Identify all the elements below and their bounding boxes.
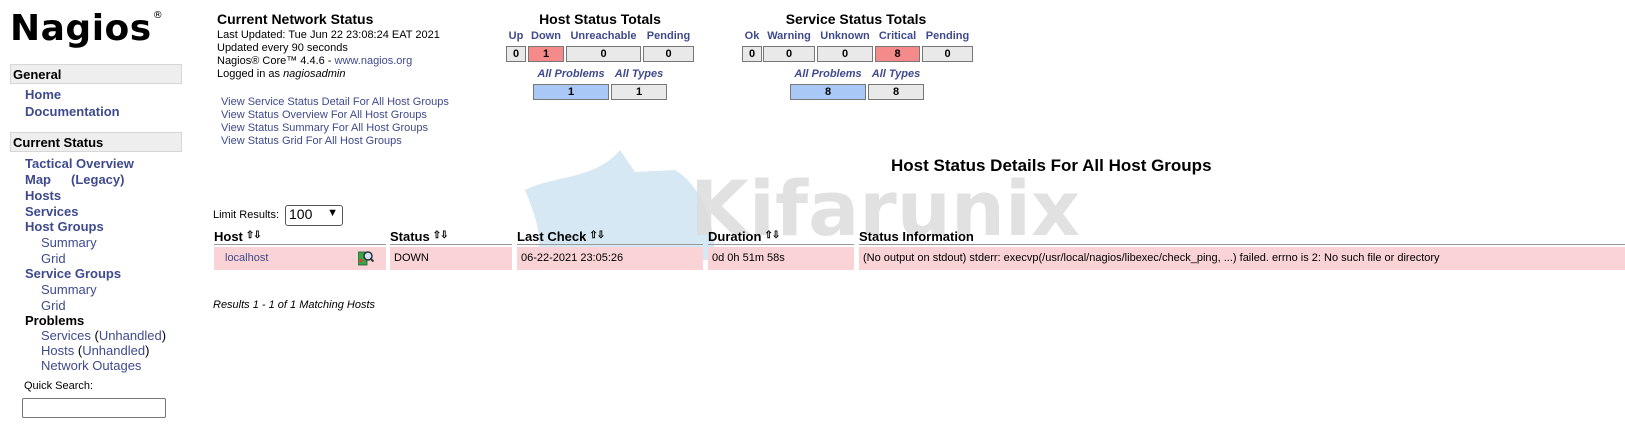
nav-network-outages[interactable]: Network Outages bbox=[41, 358, 141, 373]
nagios-logo[interactable]: Nagios® bbox=[10, 8, 163, 49]
service-header-warning[interactable]: Warning bbox=[763, 30, 815, 42]
nav-problems-hosts-unhandled[interactable]: Unhandled bbox=[82, 343, 145, 358]
sort-arrows-icon[interactable]: ⇧⇩ bbox=[764, 230, 780, 241]
chevron-down-icon: ▼ bbox=[327, 207, 338, 219]
column-header-status-information: Status Information bbox=[859, 229, 1625, 245]
sort-arrows-icon[interactable]: ⇧⇩ bbox=[589, 230, 605, 241]
column-header-last-check-label: Last Check bbox=[517, 229, 587, 244]
view-status-grid-link[interactable]: View Status Grid For All Host Groups bbox=[221, 135, 402, 147]
column-header-host-label: Host bbox=[214, 229, 243, 244]
limit-results-select[interactable]: 100 ▼ bbox=[285, 205, 343, 226]
nav-map[interactable]: Map bbox=[25, 172, 51, 187]
service-header-all-types[interactable]: All Types bbox=[868, 68, 924, 80]
host-header-up[interactable]: Up bbox=[506, 30, 526, 42]
view-status-summary-link[interactable]: View Status Summary For All Host Groups bbox=[221, 122, 428, 134]
host-header-all-types[interactable]: All Types bbox=[611, 68, 667, 80]
sort-arrows-icon[interactable]: ⇧⇩ bbox=[246, 230, 262, 241]
table-row-duration-cell: 0d 0h 51m 58s bbox=[708, 247, 854, 270]
column-header-status-label: Status bbox=[390, 229, 430, 244]
host-name-link[interactable]: localhost bbox=[225, 252, 268, 264]
nav-service-groups[interactable]: Service Groups bbox=[25, 266, 121, 281]
nav-service-groups-grid[interactable]: Grid bbox=[41, 298, 66, 313]
host-header-all-problems[interactable]: All Problems bbox=[533, 68, 609, 80]
host-header-pending[interactable]: Pending bbox=[643, 30, 694, 42]
nav-problems-hosts-link[interactable]: Hosts bbox=[41, 343, 74, 358]
view-service-status-detail-link[interactable]: View Service Status Detail For All Host … bbox=[221, 96, 449, 108]
service-header-unknown[interactable]: Unknown bbox=[817, 30, 873, 42]
nagios-org-link[interactable]: www.nagios.org bbox=[335, 55, 413, 67]
column-header-duration: Duration ⇧⇩ bbox=[708, 229, 854, 245]
column-header-last-check: Last Check ⇧⇩ bbox=[517, 229, 703, 245]
nav-tactical-overview[interactable]: Tactical Overview bbox=[25, 156, 134, 171]
host-count-up[interactable]: 0 bbox=[506, 46, 526, 62]
service-header-critical[interactable]: Critical bbox=[875, 30, 920, 42]
column-header-duration-label: Duration bbox=[708, 229, 762, 244]
nav-host-groups-summary[interactable]: Summary bbox=[41, 235, 97, 250]
host-count-down[interactable]: 1 bbox=[528, 46, 564, 62]
section-general: General bbox=[10, 64, 182, 84]
host-count-all-types[interactable]: 1 bbox=[611, 84, 667, 100]
service-count-all-types[interactable]: 8 bbox=[868, 84, 924, 100]
core-version-text: Nagios® Core™ 4.4.6 - bbox=[217, 55, 335, 67]
service-count-pending[interactable]: 0 bbox=[922, 46, 973, 62]
host-header-unreachable[interactable]: Unreachable bbox=[566, 30, 641, 42]
service-status-totals-title: Service Status Totals bbox=[785, 11, 927, 27]
core-version: Nagios® Core™ 4.4.6 - www.nagios.org bbox=[217, 55, 412, 68]
host-status-details-title: Host Status Details For All Host Groups bbox=[891, 156, 1212, 175]
nav-problems-services-unhandled[interactable]: Unhandled bbox=[99, 328, 162, 343]
nav-map-legacy[interactable]: (Legacy) bbox=[71, 172, 124, 187]
logged-in-as: Logged in as nagiosadmin bbox=[217, 68, 345, 81]
service-count-all-problems[interactable]: 8 bbox=[790, 84, 866, 100]
host-count-all-problems[interactable]: 1 bbox=[533, 84, 609, 100]
logged-in-prefix: Logged in as bbox=[217, 68, 284, 80]
update-interval: Updated every 90 seconds bbox=[217, 42, 348, 54]
host-status-totals-title: Host Status Totals bbox=[539, 11, 661, 27]
section-current-status: Current Status bbox=[10, 132, 182, 152]
nav-problems-services-link[interactable]: Services bbox=[41, 328, 91, 343]
nav-hosts[interactable]: Hosts bbox=[25, 188, 61, 203]
table-row-status-information-cell: (No output on stdout) stderr: execvp(/us… bbox=[859, 247, 1625, 270]
table-row-last-check-cell: 06-22-2021 23:05:26 bbox=[517, 247, 703, 270]
limit-results-value: 100 bbox=[289, 206, 313, 222]
quick-search-input[interactable] bbox=[22, 398, 166, 418]
logged-in-user: nagiosadmin bbox=[283, 68, 346, 80]
service-count-unknown[interactable]: 0 bbox=[817, 46, 873, 62]
service-count-ok[interactable]: 0 bbox=[742, 46, 762, 62]
column-header-host: Host ⇧⇩ bbox=[214, 229, 386, 245]
nav-problems-hosts: Hosts (Unhandled) bbox=[41, 343, 150, 358]
quick-search-label: Quick Search: bbox=[24, 380, 94, 392]
nav-host-groups-grid[interactable]: Grid bbox=[41, 251, 66, 266]
sort-arrows-icon[interactable]: ⇧⇩ bbox=[433, 230, 449, 241]
service-count-critical[interactable]: 8 bbox=[875, 46, 920, 62]
host-header-down[interactable]: Down bbox=[528, 30, 564, 42]
nav-services[interactable]: Services bbox=[25, 204, 79, 219]
logo-registered-mark: ® bbox=[152, 10, 164, 21]
nav-documentation[interactable]: Documentation bbox=[25, 104, 120, 119]
nav-service-groups-summary[interactable]: Summary bbox=[41, 282, 97, 297]
host-count-unreachable[interactable]: 0 bbox=[566, 46, 641, 62]
nav-host-groups[interactable]: Host Groups bbox=[25, 219, 104, 234]
table-row-status-cell: DOWN bbox=[390, 247, 512, 270]
last-updated: Last Updated: Tue Jun 22 23:08:24 EAT 20… bbox=[217, 29, 440, 41]
nav-problems-services: Services (Unhandled) bbox=[41, 328, 167, 343]
limit-results-label: Limit Results: bbox=[213, 209, 280, 221]
logo-text: Nagios bbox=[10, 8, 152, 49]
service-header-pending[interactable]: Pending bbox=[922, 30, 973, 42]
host-services-magnifier-icon[interactable] bbox=[358, 250, 374, 266]
host-count-pending[interactable]: 0 bbox=[643, 46, 694, 62]
service-header-ok[interactable]: Ok bbox=[742, 30, 762, 42]
sidebar: Nagios® General Home Documentation Curre… bbox=[0, 0, 186, 426]
column-header-status: Status ⇧⇩ bbox=[390, 229, 512, 245]
nav-problems: Problems bbox=[25, 313, 85, 328]
current-network-status-title: Current Network Status bbox=[217, 11, 374, 27]
view-status-overview-link[interactable]: View Status Overview For All Host Groups bbox=[221, 109, 427, 121]
nav-home[interactable]: Home bbox=[25, 87, 61, 102]
service-count-warning[interactable]: 0 bbox=[763, 46, 815, 62]
results-count: Results 1 - 1 of 1 Matching Hosts bbox=[213, 299, 376, 311]
service-header-all-problems[interactable]: All Problems bbox=[790, 68, 866, 80]
